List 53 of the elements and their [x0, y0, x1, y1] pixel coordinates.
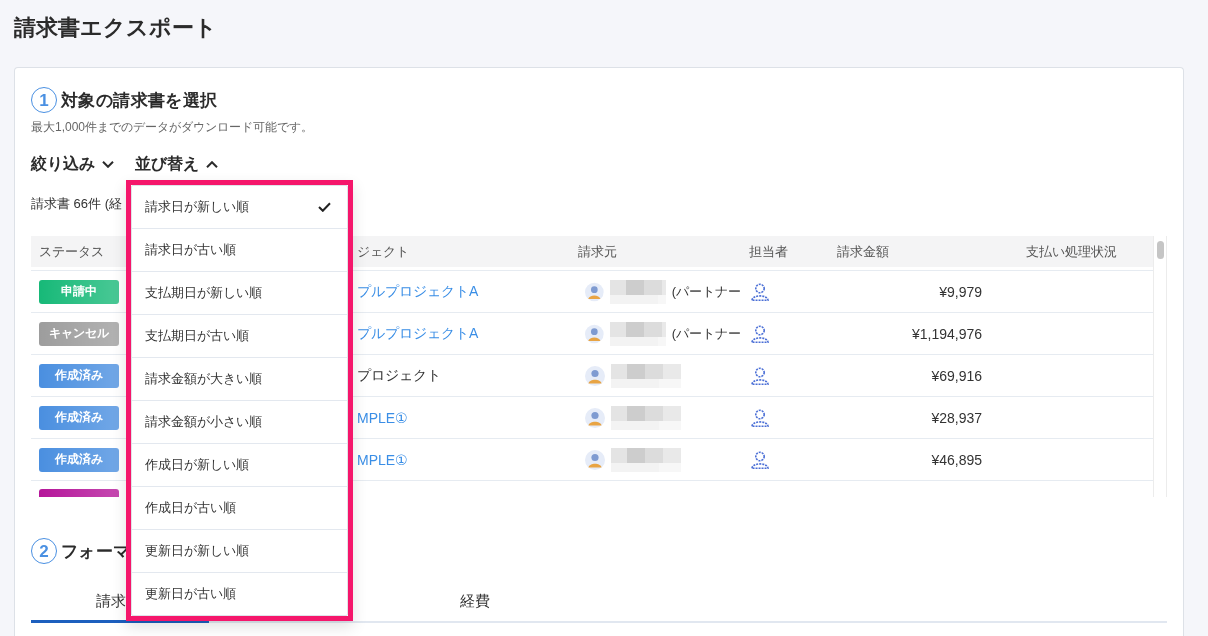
- scrollbar[interactable]: [1153, 236, 1167, 497]
- column-header: ステータス: [39, 243, 104, 260]
- menu-item[interactable]: 請求金額が大きい順: [132, 358, 347, 401]
- project-link[interactable]: プルプロジェクトA: [357, 282, 479, 301]
- chevron-up-icon: [206, 161, 218, 168]
- avatar-icon: [585, 365, 605, 386]
- menu-item[interactable]: 更新日が新しい順: [132, 530, 347, 573]
- help-text: 最大1,000件までのデータがダウンロード可能です。: [31, 119, 314, 135]
- column-header: 請求金額: [837, 243, 889, 260]
- menu-item[interactable]: 支払期日が新しい順: [132, 272, 347, 315]
- result-count: 請求書 66件 (経: [31, 196, 122, 212]
- person-sketch-icon: [751, 324, 769, 343]
- requester-note: (パートナー: [671, 324, 741, 343]
- avatar-icon: [585, 281, 604, 302]
- menu-item[interactable]: 請求金額が小さい順: [132, 401, 347, 444]
- dropdown-toggle[interactable]: 絞り込み: [31, 155, 114, 174]
- column-header: 請求元: [578, 243, 617, 260]
- column-header: 担当者: [749, 243, 788, 260]
- chevron-down-icon: [102, 161, 114, 168]
- person-sketch-icon: [751, 450, 769, 469]
- menu-item[interactable]: 作成日が古い順: [132, 487, 347, 530]
- invoice-amount: ¥46,895: [931, 451, 982, 468]
- invoice-amount: ¥9,979: [939, 283, 982, 300]
- status-badge: 作成済み: [39, 405, 119, 430]
- requester-note: (パートナー: [671, 282, 741, 301]
- project-name: プロジェクト: [357, 366, 441, 385]
- person-sketch-icon: [751, 408, 769, 427]
- status-badge: キャンセル: [39, 321, 119, 346]
- avatar-icon: [585, 323, 604, 344]
- tab[interactable]: 経費: [460, 583, 490, 620]
- invoice-amount: ¥1,194,976: [911, 325, 982, 342]
- avatar-icon: [585, 449, 605, 470]
- column-header: 支払い処理状況: [1026, 243, 1117, 260]
- menu-item[interactable]: 請求日が古い順: [132, 229, 347, 272]
- status-badge: 申請中: [39, 279, 119, 304]
- menu-item[interactable]: 請求日が新しい順: [132, 186, 347, 229]
- invoice-amount: ¥69,916: [931, 367, 982, 384]
- section-title: 対象の請求書を選択: [61, 89, 218, 112]
- person-sketch-icon: [751, 282, 769, 301]
- invoice-amount: ¥28,937: [931, 409, 982, 426]
- column-header: ジェクト: [357, 243, 409, 260]
- avatar-icon: [585, 407, 605, 428]
- scrollbar-thumb[interactable]: [1156, 241, 1164, 259]
- tab[interactable]: 請求: [96, 583, 126, 620]
- page-title: 請求書エクスポート: [14, 14, 217, 42]
- status-badge: 作成済み: [39, 363, 119, 388]
- menu-item[interactable]: 更新日が古い順: [132, 573, 347, 615]
- menu-item[interactable]: 支払期日が古い順: [132, 315, 347, 358]
- status-badge: 作成済み: [39, 447, 119, 472]
- project-link[interactable]: プルプロジェクトA: [357, 324, 479, 343]
- dropdown-toggle[interactable]: 並び替え: [135, 155, 218, 174]
- menu-item[interactable]: 作成日が新しい順: [132, 444, 347, 487]
- person-sketch-icon: [751, 366, 769, 385]
